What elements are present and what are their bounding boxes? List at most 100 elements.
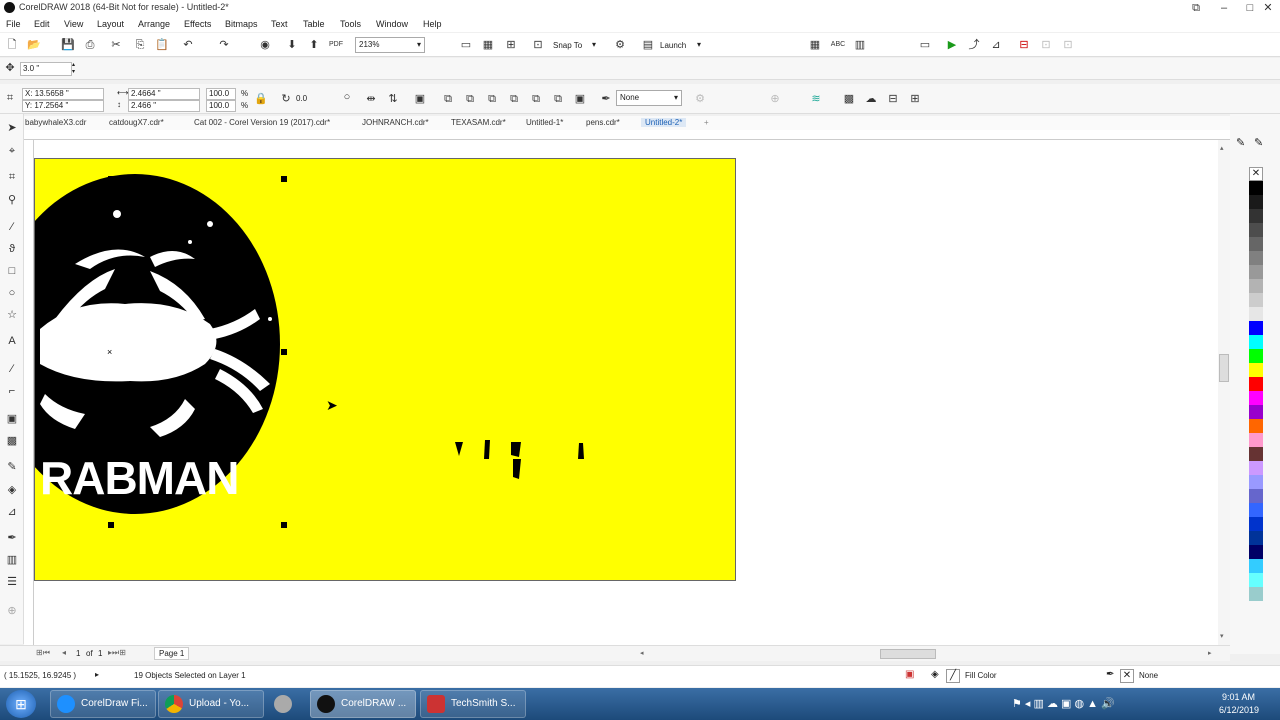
taskbar-item-chrome[interactable]: Upload - Yo... <box>158 690 264 718</box>
fill-swatch[interactable]: ╱ <box>946 669 960 683</box>
system-tray-icons[interactable]: ⚑ ◂ ▥ ☁ ▣ ◍ ▲ 🔊 <box>1012 697 1115 710</box>
outline-pen-tool-icon[interactable]: ✒ <box>3 529 21 547</box>
undo-icon[interactable]: ↶ <box>180 37 196 53</box>
redo-icon[interactable]: ↷ <box>216 37 232 53</box>
scroll-right-icon[interactable]: ▸ <box>1208 649 1212 657</box>
menu-layout[interactable]: Layout <box>97 19 124 29</box>
image-icon[interactable]: ▩ <box>841 91 857 107</box>
color-swatch[interactable] <box>1249 405 1263 419</box>
menu-window[interactable]: Window <box>376 19 408 29</box>
tab-untitled-2[interactable]: Untitled-2* <box>641 118 687 127</box>
import-icon[interactable]: ⬇ <box>284 37 300 53</box>
simplify-icon[interactable]: ⧉ <box>506 91 522 107</box>
paste-icon[interactable]: 📋 <box>154 37 170 53</box>
barcode-icon[interactable]: ▥ <box>852 37 868 53</box>
tab-texasam[interactable]: TEXASAM.cdr* <box>451 118 506 127</box>
export-selection-icon[interactable]: ⊟ <box>885 91 901 107</box>
color-swatch[interactable] <box>1249 251 1263 265</box>
color-swatch[interactable] <box>1249 391 1263 405</box>
restore-help-icon[interactable]: ⧉ <box>1182 0 1210 16</box>
freehand-tool-icon[interactable]: ∕ <box>3 218 21 236</box>
trim-icon[interactable]: ⧉ <box>462 91 478 107</box>
fill-tool-icon[interactable]: ☰ <box>3 573 21 591</box>
open-icon[interactable]: 📂 <box>26 37 42 53</box>
export-icon[interactable]: ⬆ <box>306 37 322 53</box>
trace-icon[interactable]: ≋ <box>808 91 824 107</box>
full-screen-icon[interactable]: ▭ <box>458 37 474 53</box>
color-swatch[interactable] <box>1249 447 1263 461</box>
resume-icon[interactable]: ⊡ <box>1060 37 1076 53</box>
color-swatch[interactable] <box>1249 349 1263 363</box>
transparency-icon[interactable]: ▩ <box>3 432 21 450</box>
crab-logo-artwork[interactable]: × <box>35 159 736 581</box>
color-swatch[interactable] <box>1249 307 1263 321</box>
zoom-level-dropdown[interactable]: 213% ▾ <box>355 37 425 53</box>
color-swatch[interactable] <box>1249 433 1263 447</box>
add-tab-icon[interactable]: + <box>704 118 709 127</box>
quick-customize-icon[interactable]: ⊞ <box>907 91 923 107</box>
color-swatch[interactable] <box>1249 559 1263 573</box>
crop-tool-icon[interactable]: ⌗ <box>3 168 21 186</box>
search-content-icon[interactable]: ◉ <box>257 37 273 53</box>
no-color-swatch[interactable]: ✕ <box>1249 167 1263 181</box>
outline-width-dropdown[interactable]: None ▾ <box>616 90 682 106</box>
rotation-center-icon[interactable]: ○ <box>339 89 355 105</box>
stop-record-icon[interactable]: ⊟ <box>1016 37 1032 53</box>
color-swatch[interactable] <box>1249 545 1263 559</box>
fill-bucket-icon[interactable]: ◈ <box>931 669 939 680</box>
vertical-scrollbar[interactable]: ▴ ▾ <box>1218 140 1230 645</box>
group-icon[interactable]: ▣ <box>412 91 428 107</box>
interactive-fill-icon[interactable]: ◈ <box>3 481 21 499</box>
smart-fill-icon[interactable]: ⊿ <box>3 503 21 521</box>
scroll-up-icon[interactable]: ▴ <box>1220 144 1224 152</box>
y-position-input[interactable]: Y: 17.2564 " <box>22 100 104 112</box>
dock-pen-icon[interactable]: ✎ <box>1236 136 1245 149</box>
tab-untitled-1[interactable]: Untitled-1* <box>526 118 563 127</box>
lock-ratio-icon[interactable]: 🔒 <box>253 91 269 107</box>
document-page[interactable]: × RABMAN <box>34 158 736 581</box>
width-input[interactable]: 2.4664 " <box>128 88 200 100</box>
scale-height-input[interactable]: 100.0 <box>206 100 236 112</box>
x-position-input[interactable]: X: 13.5658 " <box>22 88 104 100</box>
cut-icon[interactable]: ✂ <box>108 37 124 53</box>
ellipse-tool-icon[interactable]: ○ <box>3 284 21 302</box>
boundary-icon[interactable]: ▣ <box>572 91 588 107</box>
tab-cat-002[interactable]: Cat 002 - Corel Version 19 (2017).cdr* <box>194 118 330 127</box>
connector-tool-icon[interactable]: ⌐ <box>3 382 21 400</box>
zoom-tool-icon[interactable]: ⚲ <box>3 191 21 209</box>
add-tool-icon[interactable]: ⊕ <box>3 602 21 620</box>
front-minus-back-icon[interactable]: ⧉ <box>528 91 544 107</box>
mirror-horizontal-icon[interactable]: ⇹ <box>363 91 379 107</box>
eyedropper-icon[interactable]: ✎ <box>3 458 21 476</box>
color-swatch[interactable] <box>1249 335 1263 349</box>
mirror-vertical-icon[interactable]: ⇅ <box>385 91 401 107</box>
color-swatch[interactable] <box>1249 265 1263 279</box>
menu-text[interactable]: Text <box>271 19 288 29</box>
horizontal-scroll-thumb[interactable] <box>880 649 936 659</box>
color-swatch[interactable] <box>1249 475 1263 489</box>
color-swatch[interactable] <box>1249 181 1263 195</box>
taskbar-item-app[interactable] <box>270 692 296 716</box>
color-swatch[interactable] <box>1249 573 1263 587</box>
drawing-canvas[interactable]: × RABMAN ➤ <box>34 140 1230 645</box>
color-swatch[interactable] <box>1249 419 1263 433</box>
minimize-button[interactable]: – <box>1210 0 1238 16</box>
color-swatch[interactable] <box>1249 223 1263 237</box>
tab-pens[interactable]: pens.cdr* <box>586 118 620 127</box>
color-proof-icon[interactable]: ▣ <box>905 669 914 680</box>
color-swatch[interactable] <box>1249 195 1263 209</box>
artistic-media-icon[interactable]: ϑ <box>3 240 21 258</box>
menu-table[interactable]: Table <box>303 19 325 29</box>
menu-bitmaps[interactable]: Bitmaps <box>225 19 258 29</box>
menu-help[interactable]: Help <box>423 19 442 29</box>
pick-tool-icon[interactable]: ➤ <box>3 119 21 137</box>
color-swatch[interactable] <box>1249 531 1263 545</box>
taskbar-item-techsmith[interactable]: TechSmith S... <box>420 690 526 718</box>
rotation-angle-input[interactable]: 0.0 <box>296 94 307 103</box>
color-swatch[interactable] <box>1249 209 1263 223</box>
menu-effects[interactable]: Effects <box>184 19 211 29</box>
color-swatch[interactable] <box>1249 503 1263 517</box>
color-swatch[interactable] <box>1249 293 1263 307</box>
add-icon[interactable]: ⊕ <box>767 91 783 107</box>
launch-dropdown[interactable]: Launch <box>660 41 686 50</box>
